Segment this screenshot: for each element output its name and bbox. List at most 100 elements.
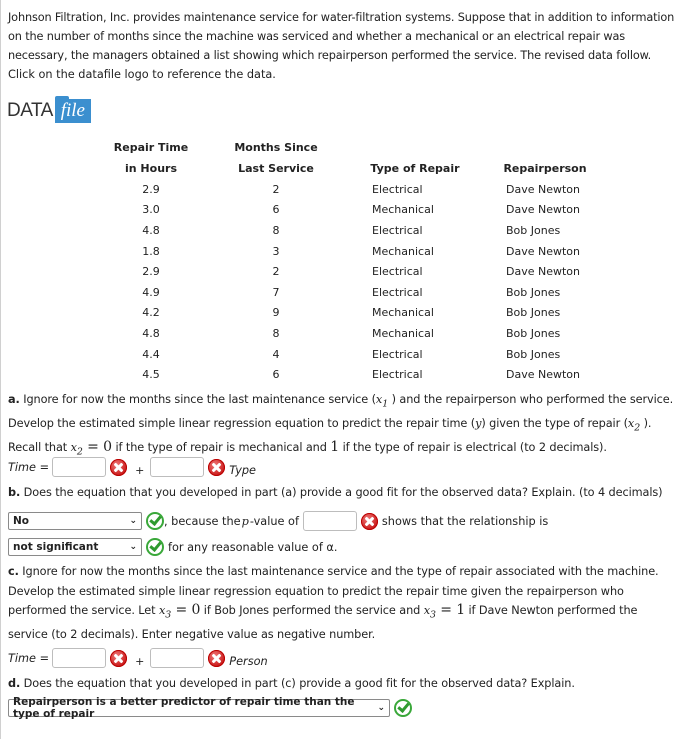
repairperson-cell: Bob Jones	[506, 347, 561, 361]
months-cell: 7	[272, 285, 280, 299]
repair-type-cell: Mechanical	[372, 203, 434, 217]
significance-select[interactable]: not significant ⌄	[8, 538, 142, 556]
significance-select-value: not significant	[13, 541, 99, 553]
equals: =	[82, 438, 104, 455]
x1-symbol: x1	[375, 393, 389, 410]
part-c-equation: Time = + Person	[8, 646, 268, 670]
part-a-text: Ignore for now the months since the last…	[19, 393, 376, 406]
incorrect-icon	[110, 649, 128, 667]
repair-time-cell: 2.9	[142, 182, 160, 196]
time-equals-label: Time =	[8, 460, 50, 474]
table-row: 4.2 9 Mechanical Bob Jones	[106, 303, 616, 324]
months-cell: 6	[272, 368, 280, 382]
months-cell: 9	[272, 306, 280, 320]
part-a-label: a.	[8, 393, 20, 406]
part-c-text: if Bob Jones performed the service and	[200, 604, 424, 617]
table-header-row-1: Repair Time Months Since	[106, 137, 616, 158]
part-d-question: d. Does the equation that you developed …	[8, 674, 678, 694]
repair-type-cell: Electrical	[372, 223, 423, 237]
correct-icon	[394, 699, 412, 717]
incorrect-icon	[360, 512, 378, 530]
repairperson-cell: Dave Newton	[506, 244, 580, 258]
correct-icon	[146, 512, 164, 530]
p-value-input[interactable]	[302, 511, 357, 531]
part-c-label: c.	[8, 565, 19, 578]
plus-sign: +	[135, 463, 145, 477]
repair-time-cell: 3.0	[142, 203, 160, 217]
months-cell: 6	[272, 203, 280, 217]
months-cell: 3	[272, 244, 280, 258]
repair-time-cell: 4.9	[142, 285, 160, 299]
table-row: 2.9 2 Electrical Dave Newton	[106, 261, 616, 282]
repair-type-cell: Mechanical	[372, 326, 434, 340]
x2-symbol: x2	[627, 416, 641, 433]
p-value-text: -value of	[249, 514, 299, 528]
table-row: 4.9 7 Electrical Bob Jones	[106, 282, 616, 303]
one-value: 1	[456, 602, 466, 618]
part-d-text: Does the equation that you developed in …	[20, 677, 575, 690]
part-a-text: if the type of repair is electrical (to …	[339, 440, 607, 454]
fit-select-value: No	[13, 515, 30, 527]
repair-time-cell: 4.4	[142, 347, 160, 361]
incorrect-icon	[208, 458, 226, 476]
months-cell: 8	[272, 326, 280, 340]
predictor-select[interactable]: Repairperson is a better predictor of re…	[8, 696, 390, 720]
table-row: 4.5 6 Electrical Dave Newton	[106, 364, 616, 385]
part-a-equation: Time = + Type	[8, 455, 256, 479]
header-months-line1: Months Since	[234, 141, 318, 154]
part-a-intercept-input[interactable]	[52, 457, 107, 477]
header-repair-time-line1: Repair Time	[113, 141, 189, 154]
repairperson-cell: Bob Jones	[506, 285, 561, 299]
part-d-row: Repairperson is a better predictor of re…	[8, 696, 412, 720]
datafile-logo-file-text: file	[60, 100, 85, 121]
repair-time-cell: 4.2	[142, 306, 160, 320]
alpha-text: for any reasonable value of α.	[168, 540, 338, 554]
part-b-row-2: not significant ⌄ for any reasonable valu…	[8, 536, 337, 558]
part-c-intercept-input[interactable]	[52, 648, 107, 668]
x3-symbol: x3	[423, 604, 436, 621]
chevron-down-icon: ⌄	[129, 516, 137, 526]
fit-select[interactable]: No ⌄	[8, 512, 142, 530]
repair-type-cell: Electrical	[372, 347, 423, 361]
repair-time-cell: 2.9	[142, 265, 160, 279]
predictor-select-value: Repairperson is a better predictor of re…	[13, 696, 355, 720]
folder-icon: file	[54, 96, 91, 123]
repairperson-cell: Dave Newton	[506, 368, 580, 382]
header-person-line1	[474, 137, 616, 158]
datafile-logo-data-text: DATA	[7, 100, 53, 121]
repair-time-cell: 4.8	[142, 326, 160, 340]
table-row: 1.8 3 Mechanical Dave Newton	[106, 241, 616, 262]
part-b-question: b. Does the equation that you developed …	[8, 483, 678, 503]
zero-value: 0	[191, 602, 201, 618]
table-row: 4.4 4 Electrical Bob Jones	[106, 344, 616, 365]
chevron-down-icon: ⌄	[377, 703, 385, 713]
repairperson-cell: Dave Newton	[506, 265, 580, 279]
table-header-row-2: in Hours Last Service Type of Repair Rep…	[106, 158, 616, 179]
incorrect-icon	[110, 458, 128, 476]
plus-sign: +	[135, 654, 145, 668]
x3-symbol: x3	[158, 604, 172, 621]
part-a-text: ) given the type of repair (	[481, 416, 628, 430]
x2-symbol: x2	[70, 440, 83, 457]
repair-time-cell: 4.8	[142, 223, 160, 237]
part-c-slope-input[interactable]	[150, 648, 205, 668]
repairperson-cell: Dave Newton	[506, 203, 580, 217]
problem-intro: Johnson Filtration, Inc. provides mainte…	[8, 11, 675, 62]
correct-icon	[146, 538, 164, 556]
repair-type-cell: Electrical	[372, 368, 423, 382]
equals: =	[435, 602, 457, 618]
part-b-row-1: No ⌄ , because the p -value of shows that …	[8, 510, 548, 532]
header-person-line2: Repairperson	[503, 162, 587, 175]
datafile-logo-link[interactable]: DATA file	[7, 96, 91, 123]
relationship-text: shows that the relationship is	[381, 514, 549, 528]
zero-value: 0	[103, 438, 112, 455]
table-row: 2.9 2 Electrical Dave Newton	[106, 179, 616, 200]
header-repair-time-line2: in Hours	[125, 162, 177, 175]
repair-time-cell: 1.8	[142, 244, 160, 258]
header-type-line1	[356, 137, 474, 158]
equals: =	[171, 602, 192, 618]
repair-type-cell: Electrical	[372, 285, 423, 299]
repair-type-cell: Electrical	[372, 265, 423, 279]
part-a-slope-input[interactable]	[150, 457, 205, 477]
part-c-question: c. Ignore for now the months since the l…	[8, 562, 678, 644]
